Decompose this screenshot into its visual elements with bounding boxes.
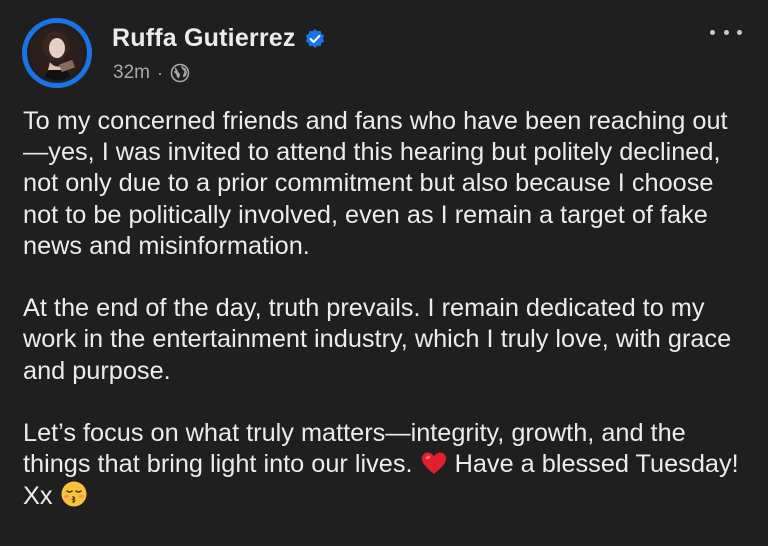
author-row: Ruffa Gutierrez bbox=[112, 24, 326, 53]
globe-icon[interactable] bbox=[170, 63, 190, 83]
verified-badge-icon bbox=[304, 28, 326, 50]
kissing-face-icon bbox=[60, 480, 88, 507]
meta-separator: · bbox=[156, 62, 163, 83]
more-dot bbox=[737, 29, 742, 35]
red-heart-icon bbox=[420, 450, 448, 476]
more-options-icon[interactable] bbox=[710, 24, 742, 40]
more-dot bbox=[723, 29, 729, 35]
avatar-story-ring[interactable] bbox=[22, 18, 92, 88]
post-body: To my concerned friends and fans who hav… bbox=[23, 106, 749, 544]
post-card: Ruffa Gutierrez 32m · To my concerned fr… bbox=[0, 0, 768, 546]
avatar-photo bbox=[30, 26, 84, 80]
more-dot bbox=[710, 29, 715, 35]
post-meta: 32m · bbox=[113, 62, 190, 84]
post-paragraph-2: At the end of the day, truth prevails. I… bbox=[23, 294, 732, 385]
avatar[interactable] bbox=[27, 23, 87, 83]
post-paragraph-3: Let’s focus on what truly matters—integr… bbox=[23, 418, 749, 513]
post-timestamp[interactable]: 32m bbox=[113, 62, 150, 84]
post-header: Ruffa Gutierrez 32m · bbox=[22, 18, 746, 88]
author-name[interactable]: Ruffa Gutierrez bbox=[112, 24, 296, 53]
post-paragraph-1: To my concerned friends and fans who hav… bbox=[23, 107, 728, 260]
